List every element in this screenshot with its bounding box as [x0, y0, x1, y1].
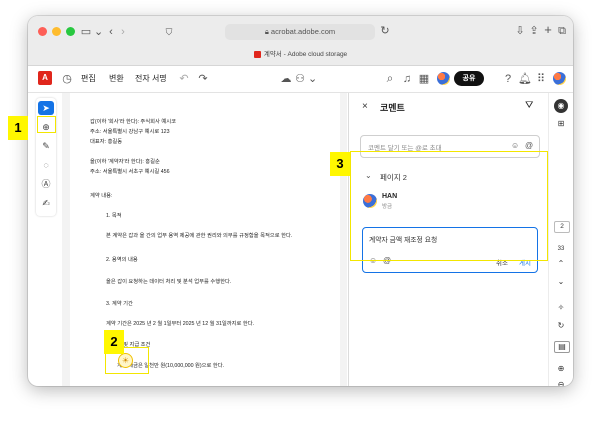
url-text: acrobat.adobe.com	[270, 27, 336, 36]
plus-icon[interactable]: +	[543, 23, 553, 36]
redo-icon[interactable]: ↷	[198, 73, 208, 85]
tabs-icon[interactable]: ⧉	[557, 25, 567, 37]
grid-icon[interactable]: ▦	[418, 73, 430, 85]
pen-icon[interactable]: ✎	[38, 139, 54, 153]
comment-panel-icon[interactable]: ◉	[554, 99, 568, 113]
doc-line: 본 계약은 갑과 을 간의 업무 용역 제공에 관한 권리와 의무를 규정함을 …	[106, 233, 293, 239]
menu-convert[interactable]: 변환	[109, 73, 124, 84]
lasso-icon[interactable]: ◌	[38, 158, 54, 172]
doc-line: 을은 갑이 요청하는 데이터 처리 및 분석 업무를 수행한다.	[106, 279, 232, 285]
forward-icon[interactable]: ›	[118, 26, 128, 38]
download-icon[interactable]: ⇩	[515, 25, 525, 37]
sign-icon[interactable]: ✍	[38, 196, 54, 210]
undo-icon[interactable]: ↶	[179, 73, 189, 85]
thumbnails-icon[interactable]: ⊞	[554, 119, 568, 129]
doc-line: 갑(이하 '회사'라 한다): 주식회사 예시코	[90, 119, 177, 125]
zoom-out-icon[interactable]: ⊖	[554, 380, 568, 386]
doc-line: 2. 용역의 내용	[106, 257, 138, 263]
doc-line: 계약 내용:	[90, 193, 113, 199]
document-icon[interactable]: ▤	[554, 341, 570, 353]
close-window-button[interactable]	[38, 27, 47, 36]
doc-line: 1. 목적	[106, 213, 122, 219]
apps-icon[interactable]: ⠿	[535, 73, 547, 85]
step-badge-2: 2	[104, 330, 124, 354]
step-badge-3: 3	[330, 152, 350, 176]
collab-icon[interactable]: ⚇	[294, 73, 306, 85]
browser-tab[interactable]: 계약서 - Adobe cloud storage	[28, 45, 573, 64]
mention-icon[interactable]: @	[525, 141, 533, 150]
share-button[interactable]: 공유	[454, 71, 484, 86]
comments-title: 코멘트	[380, 103, 405, 113]
doc-line: 대표자: 홍길동	[90, 139, 123, 145]
highlight-zoom-tool	[37, 116, 56, 133]
user-avatar[interactable]	[437, 72, 450, 85]
acrobat-favicon-icon	[253, 50, 261, 58]
page-total: 33	[557, 246, 565, 252]
history-icon[interactable]: ◷	[61, 73, 73, 85]
tab-title: 계약서 - Adobe cloud storage	[263, 51, 348, 58]
select-cursor-icon[interactable]: ➤	[38, 101, 54, 115]
help-icon[interactable]: ?	[502, 73, 514, 85]
doc-line: 주소: 서울특별시 서초구 예시길 456	[90, 169, 170, 175]
share-icon[interactable]: ⇪	[529, 25, 539, 37]
doc-line: 을(이하 '계약자'라 한다): 홍길순	[90, 159, 160, 165]
sparkle-icon[interactable]: ✧	[554, 303, 568, 313]
cloud-icon[interactable]: ☁︎	[280, 73, 292, 85]
page-up-icon[interactable]: ⌃	[554, 259, 568, 269]
acrobat-toolbar: A ◷ 편집 변환 전자 서명 ↶ ↷ ☁︎ ⚇ ⌄ ⌕ ♫ ▦ 공유 ? 🔔︎…	[28, 66, 573, 93]
textbox-icon[interactable]: Ⓐ	[38, 177, 54, 191]
tab-bar: 계약서 - Adobe cloud storage	[28, 45, 573, 64]
rotate-icon[interactable]: ↻	[554, 321, 568, 331]
doc-line: 주소: 서울특별시 강남구 예시로 123	[90, 129, 170, 135]
filter-icon[interactable]: ⛛	[525, 100, 533, 111]
page-current[interactable]: 2	[554, 221, 570, 233]
doc-line: 계약 기간은 2025 년 2 월 1일부터 2025 년 12 월 31일까지…	[106, 321, 255, 327]
page-down-icon[interactable]: ⌄	[554, 277, 568, 287]
chevron-down-icon[interactable]: ⌄	[308, 73, 317, 85]
back-icon[interactable]: ‹	[106, 26, 116, 38]
headphones-icon[interactable]: ♫	[401, 73, 413, 85]
zoom-in-icon[interactable]: ⊕	[554, 364, 568, 374]
browser-titlebar: ▭ ⌄ ‹ › ⛉ 🔒︎ acrobat.adobe.com ↻ ⇩ ⇪ + ⧉…	[28, 16, 573, 66]
menu-edit[interactable]: 편집	[81, 73, 96, 84]
acrobat-logo-icon[interactable]: A	[38, 71, 52, 85]
shield-icon[interactable]: ⛉	[164, 26, 174, 38]
emoji-icon[interactable]: ☺	[511, 141, 519, 150]
step-badge-1: 1	[8, 116, 28, 140]
bell-icon[interactable]: 🔔︎	[518, 73, 532, 85]
zoom-window-button[interactable]	[66, 27, 75, 36]
minimize-window-button[interactable]	[52, 27, 61, 36]
chevron-down-icon[interactable]: ⌄	[94, 26, 103, 38]
reload-icon[interactable]: ↻	[380, 25, 390, 37]
address-bar[interactable]: 🔒︎ acrobat.adobe.com	[225, 24, 375, 40]
account-avatar[interactable]	[553, 72, 566, 85]
menu-esign[interactable]: 전자 서명	[135, 73, 167, 84]
doc-line: 3. 계약 기간	[106, 301, 133, 307]
search-icon[interactable]: ⌕	[384, 72, 396, 84]
highlight-comment-thread	[350, 151, 548, 261]
right-rail: ◉ ⊞ 2 33 ⌃ ⌄ ✧ ↻ ▤ ⊕ ⊖	[548, 93, 573, 386]
close-icon[interactable]: ×	[362, 101, 368, 112]
sidebar-icon[interactable]: ▭	[80, 26, 92, 38]
